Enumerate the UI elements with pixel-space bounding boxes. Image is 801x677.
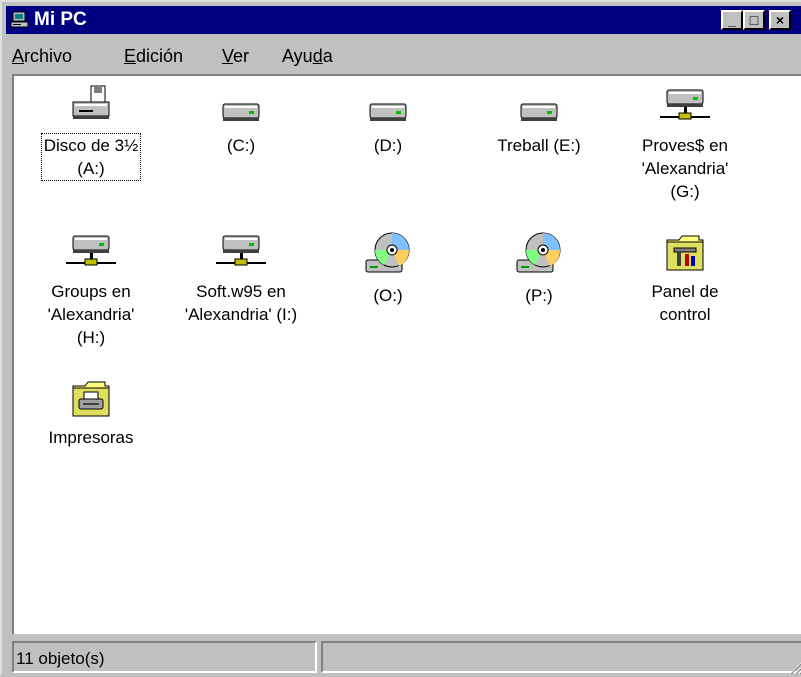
floppy-drive-icon (72, 85, 110, 119)
resize-grip-icon[interactable] (787, 659, 801, 675)
network-drive-icon (66, 235, 116, 266)
drive-item-o[interactable]: (O:) (313, 230, 463, 307)
item-label: Disco de 3½ (A:) (40, 133, 142, 181)
item-label: Proves$ en 'Alexandria' (G:) (641, 136, 729, 201)
menu-bar: Archivo Edición Ver Ayuda (6, 36, 801, 68)
menu-ver[interactable]: Ver (222, 46, 249, 67)
item-label: (D:) (373, 136, 403, 155)
control-panel-item[interactable]: Panel de control (610, 230, 760, 326)
control-panel-folder-icon (666, 235, 704, 271)
status-secondary-panel (321, 641, 801, 673)
item-label: (P:) (525, 286, 553, 305)
maximize-button[interactable]: □ (743, 10, 765, 30)
drive-item-d[interactable]: (D:) (313, 84, 463, 157)
drive-item-g[interactable]: Proves$ en 'Alexandria' (G:) (610, 84, 760, 203)
menu-edicion[interactable]: Edición (124, 46, 183, 67)
menu-ayuda[interactable]: Ayuda (282, 46, 333, 67)
drive-item-h[interactable]: Groups en 'Alexandria' (H:) (16, 230, 166, 349)
close-icon: × (775, 12, 785, 28)
menu-archivo[interactable]: Archivo (12, 46, 72, 67)
item-label: Panel de control (651, 282, 719, 324)
mi-pc-window: Mi PC _ □ × Archivo Edición Ver Ayuda Di… (0, 0, 801, 675)
title-bar[interactable]: Mi PC _ □ × (6, 6, 801, 34)
item-label: Impresoras (48, 428, 134, 447)
drive-item-i[interactable]: Soft.w95 en 'Alexandria' (I:) (166, 230, 316, 326)
maximize-icon: □ (749, 12, 759, 28)
window-title: Mi PC (34, 9, 87, 30)
hard-drive-icon (520, 103, 558, 121)
drive-item-c[interactable]: (C:) (166, 84, 316, 157)
printers-item[interactable]: Impresoras (16, 376, 166, 449)
cd-drive-icon (365, 232, 410, 273)
my-computer-icon (10, 11, 29, 28)
network-drive-icon (660, 89, 710, 120)
hard-drive-icon (369, 103, 407, 121)
icon-view[interactable]: Disco de 3½ (A:) (C:) (D:) Treball (E:) … (12, 74, 801, 634)
hard-drive-icon (222, 103, 260, 121)
status-bar: 11 objeto(s) (12, 638, 801, 677)
status-object-count: 11 objeto(s) (12, 641, 317, 673)
minimize-button[interactable]: _ (721, 10, 743, 30)
item-label: Soft.w95 en 'Alexandria' (I:) (184, 282, 298, 324)
minimize-icon: _ (728, 12, 736, 28)
item-label: (C:) (226, 136, 256, 155)
network-drive-icon (216, 235, 266, 266)
cd-drive-icon (516, 232, 561, 273)
item-label: Treball (E:) (497, 136, 581, 155)
item-label: Groups en 'Alexandria' (H:) (47, 282, 135, 347)
drive-item-e[interactable]: Treball (E:) (464, 84, 614, 157)
item-label: (O:) (373, 286, 403, 305)
close-button[interactable]: × (769, 10, 791, 30)
drive-item-p[interactable]: (P:) (464, 230, 614, 307)
printers-folder-icon (72, 381, 110, 417)
drive-item-a[interactable]: Disco de 3½ (A:) (16, 84, 166, 181)
